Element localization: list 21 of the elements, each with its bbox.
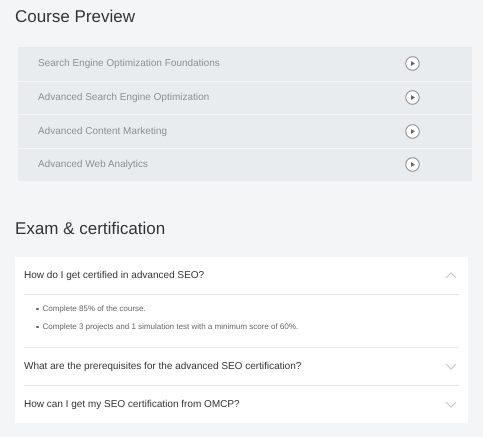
answer-text: Complete 3 projects and 1 simulation test with a minimum score of 60%.	[42, 321, 298, 333]
faq-question[interactable]: What are the prerequisites for the advanced SEO certification?	[24, 348, 459, 385]
lesson-title: Advanced Search Engine Optimization	[38, 91, 210, 106]
play-icon[interactable]	[405, 56, 420, 72]
lesson-title: Advanced Content Marketing	[38, 124, 168, 139]
faq-question[interactable]: How do I get certified in advanced SEO?	[24, 257, 459, 294]
section-title: Course Preview	[15, 6, 136, 28]
bullet-icon	[36, 308, 38, 310]
play-icon[interactable]	[405, 90, 420, 106]
lesson-title: Advanced Web Analytics	[38, 158, 149, 172]
play-icon[interactable]	[405, 124, 420, 139]
lesson-row[interactable]: Advanced Content Marketing	[18, 114, 472, 148]
lesson-title: Search Engine Optimization Foundations	[38, 57, 221, 72]
faq-question[interactable]: How can I get my SEO certification from OMCP?	[24, 386, 459, 423]
lesson-row[interactable]: Advanced Web Analytics	[18, 148, 472, 181]
bullet-icon	[36, 326, 38, 328]
section-title: Exam & certification	[15, 218, 166, 240]
play-icon[interactable]	[405, 157, 420, 172]
lesson-row[interactable]: Search Engine Optimization Foundations	[18, 47, 472, 80]
lesson-row[interactable]: Advanced Search Engine Optimization	[18, 80, 472, 114]
answer-text: Complete 85% of the course.	[42, 303, 146, 315]
